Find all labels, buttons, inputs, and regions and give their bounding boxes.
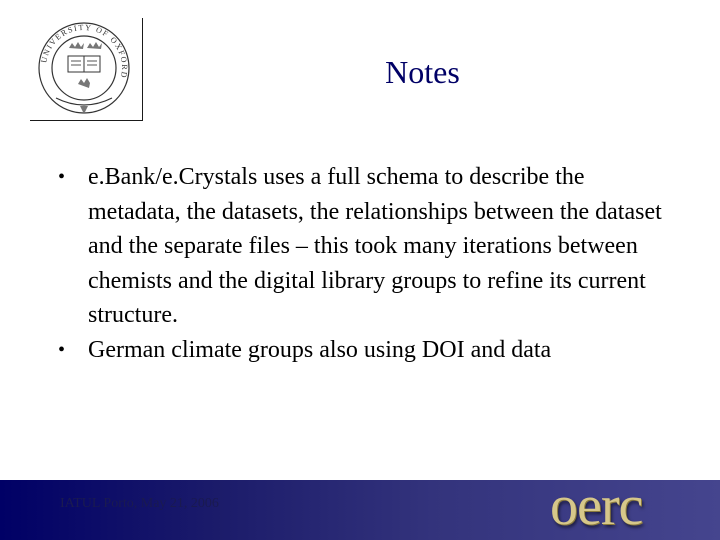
oerc-logo: oerc <box>550 475 643 537</box>
logo-frame: UNIVERSITY OF OXFORD <box>30 18 143 121</box>
university-of-oxford-seal-icon: UNIVERSITY OF OXFORD <box>38 22 130 114</box>
bullet-item: • e.Bank/e.Crystals uses a full schema t… <box>58 160 678 333</box>
bullet-text: German climate groups also using DOI and… <box>88 336 552 363</box>
slide-title: Notes <box>385 54 460 90</box>
bullet-item: • German climate groups also using DOI a… <box>58 333 678 368</box>
bullet-text: e.Bank/e.Crystals uses a full schema to … <box>88 164 662 328</box>
bullet-icon: • <box>58 338 66 361</box>
footer-text: IATUL Porto, May 21, 2006 <box>60 496 219 511</box>
bullet-icon: • <box>58 166 66 188</box>
footer-bar: IATUL Porto, May 21, 2006 oerc <box>0 475 720 540</box>
bullet-list: • e.Bank/e.Crystals uses a full schema t… <box>58 160 678 367</box>
